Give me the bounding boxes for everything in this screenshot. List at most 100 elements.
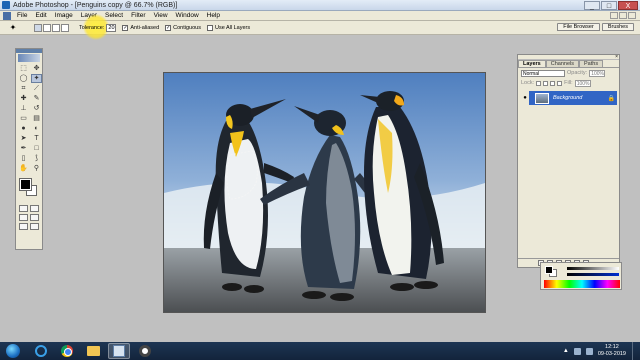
document-canvas[interactable] (163, 72, 486, 313)
opacity-input[interactable]: 100% (589, 69, 606, 77)
magic-wand-tool-icon[interactable]: ✦ (31, 74, 42, 83)
menu-window[interactable]: Window (172, 12, 203, 19)
taskbar-internet-explorer[interactable] (30, 343, 52, 359)
magic-wand-preset-icon[interactable]: ✦ (6, 23, 20, 33)
notes-tool-icon[interactable]: ▯ (18, 154, 29, 163)
eraser-tool-icon[interactable]: ▭ (18, 114, 29, 123)
contiguous-checkbox[interactable]: ✓ Contiguous (165, 24, 201, 31)
full-screen-button[interactable] (19, 223, 28, 230)
brush-tool-icon[interactable]: ✎ (31, 94, 42, 103)
blend-mode-select[interactable]: Normal (521, 69, 565, 77)
add-to-selection-button[interactable] (43, 23, 51, 32)
penguins-image (164, 73, 485, 312)
doc-minimize-button[interactable] (610, 12, 618, 19)
taskbar: ▲ 12:12 09-03-2019 (0, 342, 640, 360)
show-desktop-button[interactable] (632, 342, 640, 360)
photoshop-app-icon (2, 1, 10, 9)
menu-file[interactable]: File (13, 12, 31, 19)
full-screen-menu-button[interactable] (30, 214, 39, 221)
doc-close-button[interactable] (628, 12, 636, 19)
slice-tool-icon[interactable]: ⟋ (31, 84, 42, 93)
tab-channels[interactable]: Channels (545, 60, 579, 67)
intersect-selection-button[interactable] (61, 23, 69, 32)
palette-foreground-swatch[interactable] (545, 266, 553, 274)
lock-label: Lock: (521, 80, 535, 86)
palette-close-icon[interactable]: × (615, 54, 618, 60)
jump-to-imageready-button[interactable] (30, 223, 39, 230)
brushes-tab[interactable]: Brushes (601, 23, 634, 31)
color-palette-wells (545, 266, 557, 277)
taskbar-screen-recorder[interactable] (134, 343, 156, 359)
color-slider-2[interactable] (567, 273, 619, 276)
lock-fill-row: Lock: Fill: 100% (518, 78, 619, 88)
hand-tool-icon[interactable]: ✋ (18, 164, 29, 173)
photoshop-logo[interactable] (18, 54, 40, 62)
dodge-tool-icon[interactable]: ◐ (31, 124, 42, 133)
file-browser-tab[interactable]: File Browser (557, 23, 600, 31)
blend-opacity-row: Normal Opacity: 100% (518, 68, 619, 78)
show-hidden-icons-icon[interactable]: ▲ (563, 348, 569, 354)
fill-input[interactable]: 100% (574, 79, 591, 87)
standard-screen-button[interactable] (19, 214, 28, 221)
maximize-button[interactable]: □ (601, 1, 617, 10)
menu-filter[interactable]: Filter (127, 12, 149, 19)
layer-row-background[interactable]: ● Background 🔒 (521, 91, 617, 105)
blur-tool-icon[interactable]: ● (18, 124, 29, 133)
menu-edit[interactable]: Edit (31, 12, 50, 19)
quick-mask-button[interactable] (30, 205, 39, 212)
lock-all-checkbox[interactable] (557, 80, 563, 86)
shape-tool-icon[interactable]: □ (31, 144, 42, 153)
foreground-color-swatch[interactable] (19, 178, 32, 191)
minimize-button[interactable]: _ (584, 1, 600, 10)
gradient-tool-icon[interactable]: ▤ (31, 114, 42, 123)
document-icon[interactable] (3, 11, 11, 20)
lock-transparent-checkbox[interactable] (536, 80, 542, 86)
close-button[interactable]: X (618, 1, 638, 10)
zoom-tool-icon[interactable]: ⚲ (31, 164, 42, 173)
pen-tool-icon[interactable]: ✒ (18, 144, 29, 153)
contiguous-label: Contiguous (173, 24, 201, 31)
menu-view[interactable]: View (150, 12, 172, 19)
start-button-icon[interactable] (6, 344, 20, 358)
subtract-from-selection-button[interactable] (52, 23, 60, 32)
lock-position-checkbox[interactable] (550, 80, 556, 86)
toolbox-header[interactable] (16, 49, 42, 53)
anti-aliased-checkbox[interactable]: ✓ Anti-aliased (122, 24, 159, 31)
color-palette (540, 262, 622, 290)
type-tool-icon[interactable]: T (31, 134, 42, 143)
crop-tool-icon[interactable]: ⌗ (18, 84, 29, 93)
clone-stamp-tool-icon[interactable]: ⊥ (18, 104, 29, 113)
tab-paths[interactable]: Paths (579, 60, 604, 67)
window-title: Adobe Photoshop - [Penguins copy @ 66.7%… (13, 1, 178, 9)
color-spectrum-bar[interactable] (544, 280, 620, 288)
path-selection-tool-icon[interactable]: ➤ (18, 134, 29, 143)
visibility-eye-icon[interactable]: ● (521, 91, 529, 105)
history-brush-tool-icon[interactable]: ↺ (31, 104, 42, 113)
tolerance-input[interactable]: 20 (106, 23, 117, 32)
move-tool-icon[interactable]: ✥ (31, 64, 42, 73)
marquee-tool-icon[interactable]: ⬚ (18, 64, 29, 73)
title-bar: Adobe Photoshop - [Penguins copy @ 66.7%… (0, 0, 640, 11)
standard-mode-button[interactable] (19, 205, 28, 212)
new-selection-button[interactable] (34, 23, 42, 32)
use-all-layers-checkbox[interactable]: Use All Layers (206, 24, 250, 31)
tab-layers[interactable]: Layers (518, 60, 546, 67)
chrome-icon (61, 345, 73, 357)
eyedropper-tool-icon[interactable]: ⟆ (31, 154, 42, 163)
clock[interactable]: 12:12 09-03-2019 (598, 344, 626, 358)
volume-icon[interactable] (585, 347, 593, 355)
menu-image[interactable]: Image (51, 12, 77, 19)
doc-restore-button[interactable] (619, 12, 627, 19)
taskbar-photoshop[interactable] (108, 343, 130, 359)
layers-palette-header[interactable]: × (518, 54, 619, 60)
healing-brush-tool-icon[interactable]: ✚ (18, 94, 29, 103)
color-slider-1[interactable] (567, 267, 619, 270)
taskbar-file-explorer[interactable] (82, 343, 104, 359)
clock-time: 12:12 (605, 344, 619, 350)
lock-image-checkbox[interactable] (543, 80, 549, 86)
options-bar: ✦ Tolerance: 20 ✓ Anti-aliased ✓ Contigu… (0, 13, 640, 40)
taskbar-chrome[interactable] (56, 343, 78, 359)
network-icon[interactable] (573, 347, 581, 355)
menu-help[interactable]: Help (203, 12, 224, 19)
lasso-tool-icon[interactable]: ◯ (18, 74, 29, 83)
